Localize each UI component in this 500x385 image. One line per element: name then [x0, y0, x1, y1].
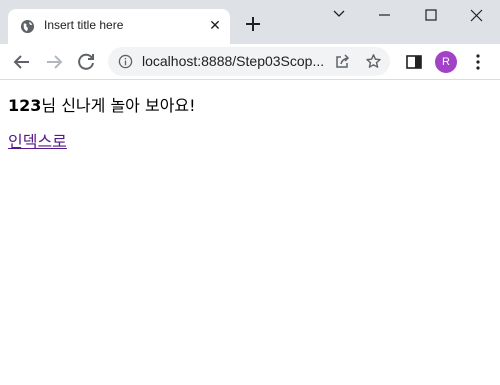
- star-icon[interactable]: [365, 53, 382, 70]
- info-icon[interactable]: [118, 54, 133, 69]
- close-icon[interactable]: ✕: [206, 17, 224, 35]
- chevron-down-icon[interactable]: [316, 0, 362, 32]
- user-name: 123: [8, 96, 42, 115]
- address-bar[interactable]: localhost:8888/Step03Scop...: [108, 47, 390, 76]
- greeting-message: 님 신나게 놀아 보아요!: [41, 96, 196, 115]
- tab-title: Insert title here: [44, 18, 124, 32]
- more-vert-icon[interactable]: [471, 52, 485, 72]
- avatar[interactable]: R: [435, 51, 457, 73]
- back-arrow-icon[interactable]: [9, 49, 35, 75]
- minimize-icon[interactable]: [362, 0, 408, 32]
- maximize-icon[interactable]: [408, 0, 454, 32]
- close-window-icon[interactable]: [454, 0, 500, 32]
- globe-icon: [20, 19, 35, 34]
- plus-icon[interactable]: [241, 12, 265, 36]
- page-content: 123님 신나게 놀아 보아요! 인덱스로: [8, 80, 492, 152]
- forward-arrow-icon[interactable]: [41, 49, 67, 75]
- side-panel-icon[interactable]: [405, 53, 423, 71]
- url-text[interactable]: localhost:8888/Step03Scop...: [142, 53, 324, 69]
- title-bar: Insert title here ✕: [0, 0, 500, 44]
- browser-tab[interactable]: Insert title here ✕: [8, 9, 230, 44]
- reload-icon[interactable]: [73, 49, 99, 75]
- share-icon[interactable]: [334, 53, 351, 70]
- avatar-initial: R: [442, 56, 450, 68]
- greeting-text: 123님 신나게 놀아 보아요!: [8, 96, 492, 116]
- index-link[interactable]: 인덱스로: [8, 132, 67, 152]
